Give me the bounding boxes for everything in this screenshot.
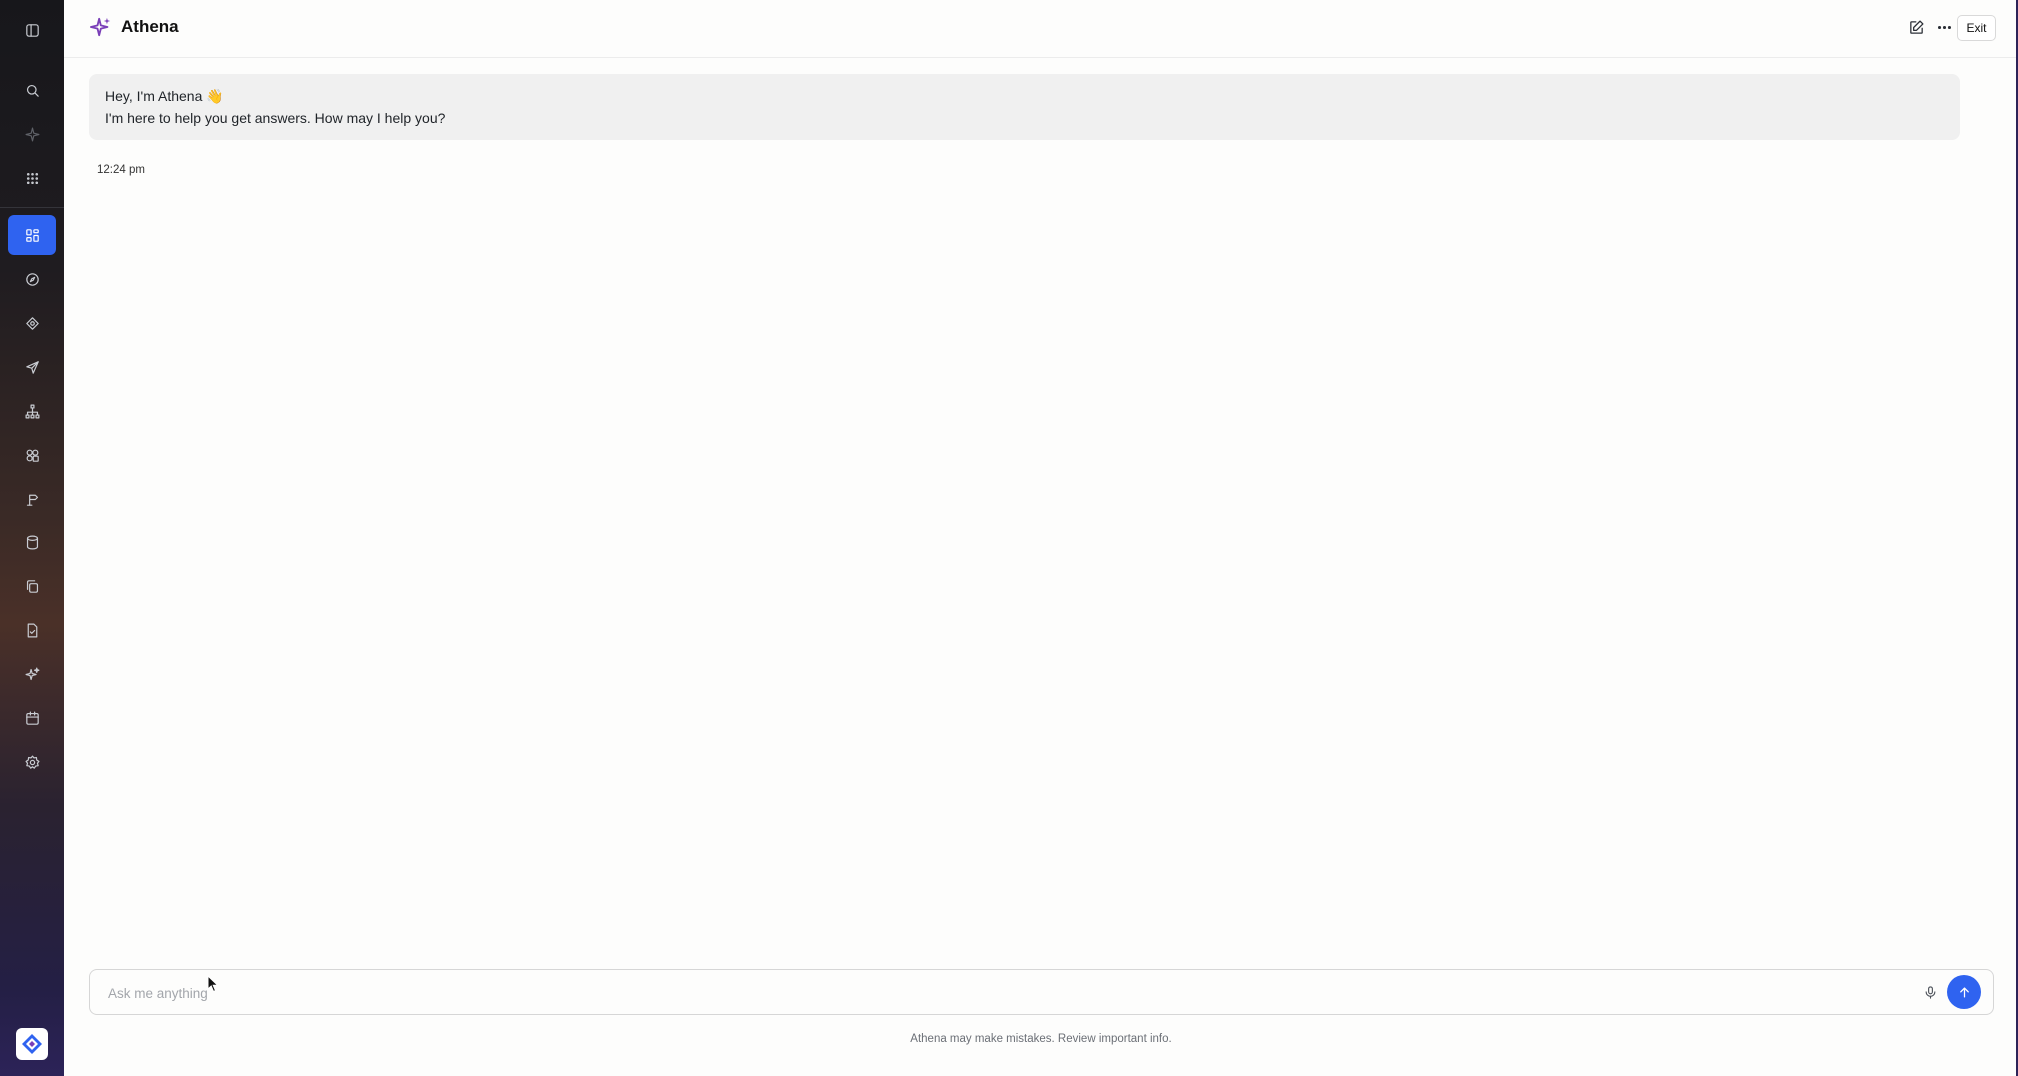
page-title: Athena [121,17,179,36]
more-horizontal-icon [1937,25,1951,29]
calendar-icon[interactable] [8,698,56,738]
message-body: I'm here to help you get answers. How ma… [105,110,446,126]
exit-button[interactable]: Exit [1957,15,1996,41]
chat-input[interactable] [106,970,1890,1016]
apps-grid-icon[interactable] [8,158,56,198]
edit-icon [1909,19,1924,34]
sparkles-icon[interactable] [8,654,56,694]
assistant-message: Hey, I'm Athena 👋 I'm here to help you g… [89,74,1960,140]
target-icon[interactable] [8,303,56,343]
search-icon[interactable] [8,70,56,110]
voice-input-button[interactable] [1920,982,1940,1002]
message-timestamp: 12:24 pm [97,164,145,176]
athena-logo-icon [90,17,111,37]
sidebar [0,0,64,1076]
sparkle-icon[interactable] [8,114,56,154]
components-icon[interactable] [8,435,56,475]
mouse-cursor-icon [207,975,219,993]
compass-icon[interactable] [8,259,56,299]
new-chat-button[interactable] [1905,14,1927,40]
arrow-up-icon [1959,987,1969,997]
send-icon[interactable] [8,347,56,387]
document-check-icon[interactable] [8,610,56,650]
signpost-icon[interactable] [8,479,56,519]
dashboard-icon[interactable] [8,215,56,255]
chat-composer [89,969,1994,1016]
microphone-icon [1925,985,1935,999]
workspace-logo[interactable] [16,1028,48,1060]
send-button[interactable] [1947,975,1981,1009]
disclaimer-text: Athena may make mistakes. Review importa… [910,1033,1172,1045]
database-icon[interactable] [8,522,56,562]
hierarchy-icon[interactable] [8,391,56,431]
chat-header: Athena Exit [64,0,2018,58]
message-greeting: Hey, I'm Athena 👋 [105,88,224,104]
copy-files-icon[interactable] [8,566,56,606]
settings-icon[interactable] [8,742,56,782]
panel-toggle-icon[interactable] [8,10,56,50]
more-options-button[interactable] [1933,14,1955,40]
sidebar-divider [0,207,64,208]
